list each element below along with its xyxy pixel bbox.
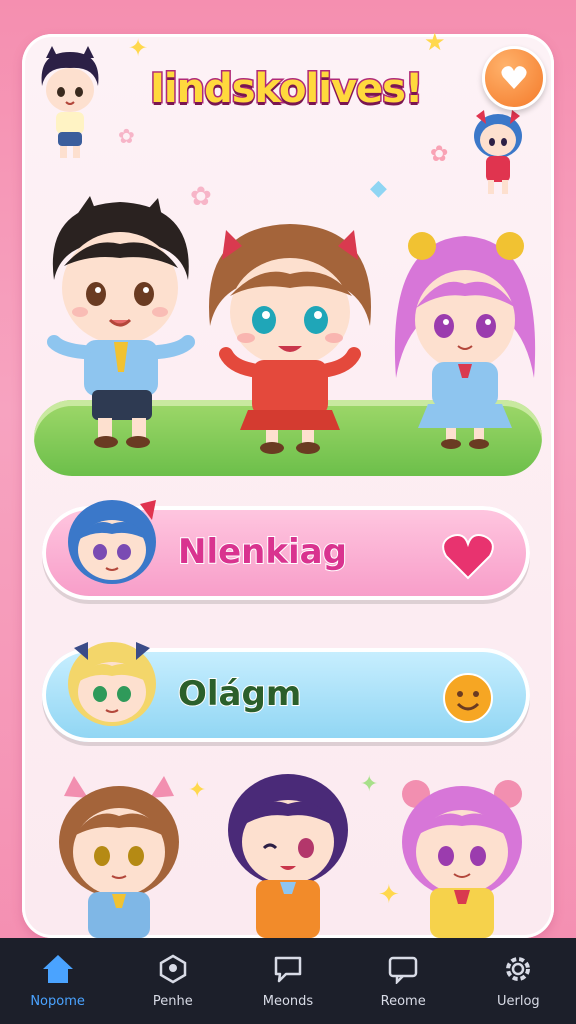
chat-icon — [271, 952, 305, 986]
nav-item-message[interactable]: Reome — [353, 938, 453, 1024]
menu-label: Olágm — [177, 673, 302, 715]
smiley-icon — [443, 673, 493, 723]
nav-label: Uerlog — [497, 994, 540, 1009]
chibi-boy — [47, 196, 195, 448]
sparkle-icon: ✦ — [188, 778, 207, 803]
sparkle-icon: ★ — [424, 28, 446, 56]
chibi-girl-small — [474, 110, 522, 194]
home-icon — [41, 952, 75, 986]
avatar-blonde-hair — [68, 642, 156, 726]
chibi-girl-pink-bottom — [402, 780, 522, 938]
nav-item-home[interactable]: Nopome — [8, 938, 108, 1024]
menu-button-pink[interactable]: Nlenkiag — [42, 500, 530, 600]
chibi-boy-small — [41, 46, 99, 158]
chibi-girl-brown — [209, 224, 371, 454]
avatar-blue-hair — [68, 500, 156, 584]
nav-item-settings[interactable]: Uerlog — [468, 938, 568, 1024]
nav-item-profile[interactable]: Penhe — [123, 938, 223, 1024]
nav-label: Reome — [380, 994, 426, 1009]
nav-item-chat[interactable]: Meonds — [238, 938, 338, 1024]
chibi-girl-pink — [394, 232, 536, 449]
favorite-button[interactable] — [482, 46, 546, 110]
sparkle-icon: ✿ — [430, 142, 449, 167]
bottom-nav: Nopome Penhe Meonds Reome Uerlog — [0, 938, 576, 1024]
sparkle-icon: ◆ — [370, 176, 387, 201]
nav-label: Penhe — [152, 994, 193, 1009]
sparkle-icon: ✦ — [128, 34, 149, 62]
heart-icon — [442, 534, 494, 580]
chibi-girl-purple — [228, 774, 348, 938]
menu-label: Nlenkiag — [177, 531, 348, 573]
heart-chat-icon — [501, 66, 527, 89]
app-title: Iindskolives! — [149, 65, 425, 114]
chibi-catgirl-brown — [59, 776, 179, 938]
sparkle-icon: ✿ — [118, 124, 135, 148]
nav-label: Meonds — [262, 994, 314, 1009]
gear-icon — [501, 952, 535, 986]
profile-icon — [156, 952, 190, 986]
message-icon — [386, 952, 420, 986]
nav-label: Nopome — [30, 994, 85, 1009]
menu-button-blue[interactable]: Olágm — [42, 642, 530, 742]
sparkle-icon: ✦ — [360, 772, 379, 797]
